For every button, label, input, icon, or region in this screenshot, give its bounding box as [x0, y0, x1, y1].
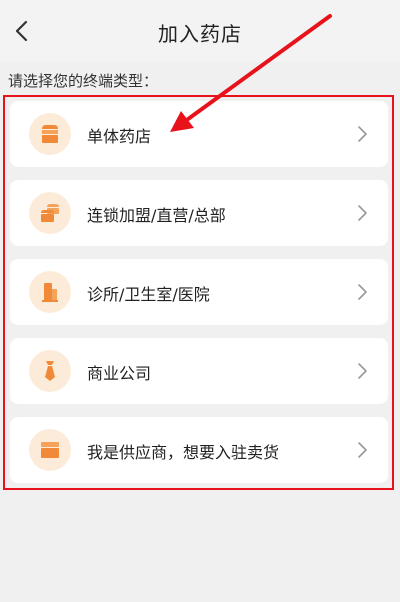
option-single-pharmacy[interactable]: 单体药店 — [10, 101, 388, 167]
option-label: 连锁加盟/直营/总部 — [87, 206, 226, 225]
store-icon — [42, 125, 58, 143]
option-chain-franchise[interactable]: 连锁加盟/直营/总部 — [10, 180, 388, 246]
chevron-right-icon — [358, 363, 367, 379]
option-label: 诊所/卫生室/医院 — [87, 285, 210, 304]
clinic-building-icon — [42, 283, 58, 302]
option-business-company[interactable]: 商业公司 — [10, 338, 388, 404]
supplier-box-icon — [41, 442, 59, 458]
option-icon-bg — [29, 113, 71, 155]
option-clinic-hospital[interactable]: 诊所/卫生室/医院 — [10, 259, 388, 325]
chevron-right-icon — [358, 442, 367, 458]
top-bar: 加入药店 — [0, 0, 400, 62]
option-icon-bg — [29, 350, 71, 392]
chain-store-icon — [41, 204, 59, 222]
chevron-right-icon — [358, 126, 367, 142]
chevron-right-icon — [358, 205, 367, 221]
tie-icon — [45, 361, 55, 381]
option-label: 我是供应商，想要入驻卖货 — [87, 443, 280, 462]
option-icon-bg — [29, 192, 71, 234]
option-label: 单体药店 — [87, 127, 152, 146]
option-supplier[interactable]: 我是供应商，想要入驻卖货 — [10, 417, 388, 483]
chevron-right-icon — [358, 284, 367, 300]
terminal-type-prompt: 请选择您的终端类型： — [8, 72, 159, 90]
option-icon-bg — [29, 271, 71, 313]
page-title: 加入药店 — [158, 22, 242, 46]
option-label: 商业公司 — [87, 364, 152, 383]
option-icon-bg — [29, 429, 71, 471]
